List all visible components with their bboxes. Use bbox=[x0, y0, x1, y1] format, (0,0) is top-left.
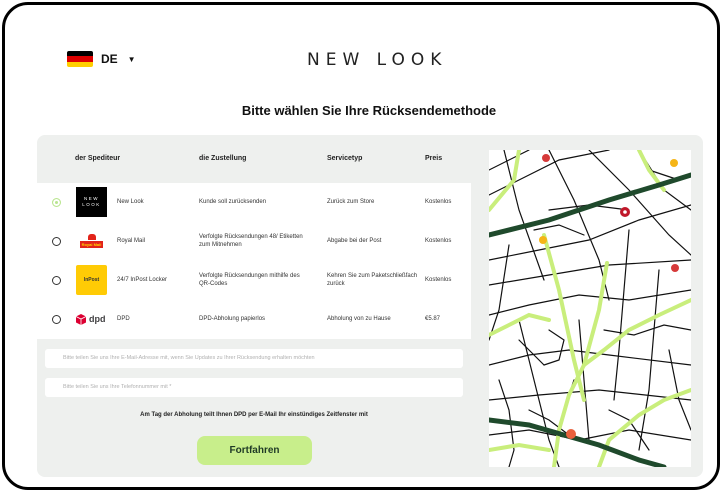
service-type: Zurück zum Store bbox=[327, 199, 375, 205]
chevron-down-icon: ▼ bbox=[127, 54, 136, 64]
radio-royal-mail[interactable] bbox=[52, 237, 61, 246]
brand-logo[interactable]: NEW LOOK bbox=[307, 50, 447, 70]
return-method-panel: der Spediteur die Zustellung Servicetyp … bbox=[37, 135, 703, 477]
carrier-name: New Look bbox=[117, 199, 144, 205]
price: Kostenlos bbox=[425, 277, 452, 283]
radio-inpost[interactable] bbox=[52, 276, 61, 285]
header-price: Preis bbox=[425, 155, 443, 162]
page-title: Bitte wählen Sie Ihre Rücksendemethode bbox=[241, 103, 497, 118]
device-frame: DE ▼ NEW LOOK Bitte wählen Sie Ihre Rück… bbox=[2, 2, 720, 490]
radio-new-look[interactable] bbox=[52, 198, 61, 207]
royal-mail-logo: Royal Mail bbox=[76, 226, 107, 256]
table-row[interactable]: Royal Mail Royal Mail Verfolgte Rücksend… bbox=[37, 222, 471, 261]
delivery-description: Verfolgte Rücksendungen 48/ Etiketten zu… bbox=[199, 234, 303, 248]
radio-dpd[interactable] bbox=[52, 315, 61, 324]
service-type: Kehren Sie zum Paketschließfach zurück bbox=[327, 273, 418, 287]
continue-button[interactable]: Fortfahren bbox=[197, 436, 312, 465]
carrier-table: NEW LOOK New Look Kunde soll zurücksende… bbox=[37, 183, 471, 339]
header-delivery: die Zustellung bbox=[199, 155, 247, 162]
crown-icon bbox=[87, 234, 96, 240]
price: Kostenlos bbox=[425, 199, 452, 205]
price: Kostenlos bbox=[425, 238, 452, 244]
inpost-logo: InPost bbox=[76, 265, 107, 295]
map-canvas bbox=[489, 150, 691, 467]
royal-mail-logo-text: Royal Mail bbox=[79, 241, 104, 248]
header-carrier: der Spediteur bbox=[75, 155, 121, 162]
map-view[interactable] bbox=[489, 150, 691, 467]
dpd-logo-text: dpd bbox=[89, 314, 106, 324]
header-service-type: Servicetyp bbox=[327, 155, 363, 162]
new-look-logo-text: NEW LOOK bbox=[82, 196, 101, 207]
service-type: Abholung von zu Hause bbox=[327, 316, 391, 322]
dpd-cube-icon bbox=[76, 313, 86, 325]
german-flag-icon bbox=[67, 51, 93, 67]
carrier-name: Royal Mail bbox=[117, 238, 146, 244]
table-row[interactable]: NEW LOOK New Look Kunde soll zurücksende… bbox=[37, 183, 471, 222]
email-field[interactable]: Bitte teilen Sie uns Ihre E-Mail-Adresse… bbox=[45, 349, 463, 368]
pickup-note: Am Tag der Abholung teilt Ihnen DPD per … bbox=[140, 412, 368, 418]
delivery-description: Verfolgte Rücksendungen mithilfe des QR-… bbox=[199, 273, 300, 287]
language-code: DE bbox=[101, 52, 118, 66]
inpost-logo-text: InPost bbox=[83, 277, 100, 283]
price: €5.87 bbox=[425, 316, 441, 322]
carrier-name: 24/7 InPost Locker bbox=[117, 277, 168, 283]
delivery-description: DPD-Abholung papierlos bbox=[199, 316, 266, 322]
phone-field[interactable]: Bitte teilen Sie uns Ihre Telefonnummer … bbox=[45, 378, 463, 397]
carrier-name: DPD bbox=[117, 316, 130, 322]
language-selector[interactable]: DE ▼ bbox=[67, 51, 136, 67]
table-row[interactable]: InPost 24/7 InPost Locker Verfolgte Rück… bbox=[37, 261, 471, 300]
dpd-logo: dpd bbox=[76, 304, 107, 334]
delivery-description: Kunde soll zurücksenden bbox=[199, 199, 267, 205]
service-type: Abgabe bei der Post bbox=[327, 238, 382, 244]
table-row[interactable]: dpd DPD DPD-Abholung papierlos Abholung … bbox=[37, 300, 471, 339]
new-look-logo: NEW LOOK bbox=[76, 187, 107, 217]
